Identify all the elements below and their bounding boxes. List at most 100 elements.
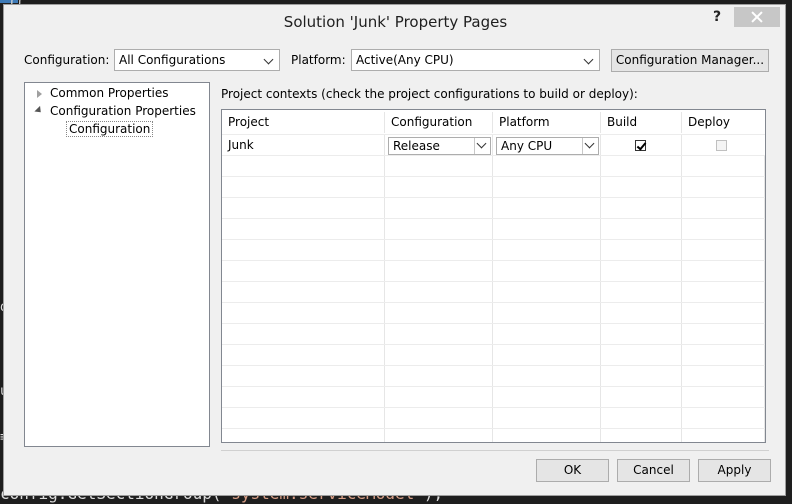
empty-cell	[385, 366, 493, 387]
empty-table-row	[222, 365, 765, 387]
empty-table-row	[222, 302, 765, 324]
cell-deploy	[682, 135, 765, 156]
dialog-titlebar[interactable]: Solution 'Junk' Property Pages ?	[4, 5, 785, 39]
empty-cell	[222, 219, 385, 240]
empty-cell	[493, 219, 601, 240]
empty-cell	[682, 282, 765, 303]
row-configuration-value: Release	[393, 139, 440, 153]
empty-cell	[601, 324, 682, 345]
empty-cell	[385, 303, 493, 324]
empty-table-row	[222, 260, 765, 282]
ok-button[interactable]: OK	[536, 459, 609, 482]
row-platform-dropdown[interactable]: Any CPU	[496, 137, 599, 155]
cancel-button[interactable]: Cancel	[617, 459, 690, 482]
configuration-label: Configuration:	[24, 53, 110, 67]
empty-cell	[682, 219, 765, 240]
empty-cell	[601, 198, 682, 219]
empty-cell	[601, 282, 682, 303]
empty-cell	[493, 324, 601, 345]
empty-cell	[601, 408, 682, 429]
property-pages-dialog: Solution 'Junk' Property Pages ? Configu…	[3, 4, 786, 496]
empty-cell	[493, 261, 601, 282]
empty-cell	[493, 387, 601, 408]
tree-item-configuration-properties[interactable]: Configuration Properties	[50, 104, 196, 118]
property-tree: Common Properties Configuration Properti…	[24, 82, 210, 447]
grid-header-row: Project Configuration Platform Build Dep…	[222, 112, 765, 133]
configuration-manager-button[interactable]: Configuration Manager...	[611, 49, 769, 72]
dialog-title: Solution 'Junk' Property Pages	[283, 13, 508, 31]
empty-cell	[493, 177, 601, 198]
empty-cell	[385, 387, 493, 408]
empty-cell	[493, 345, 601, 366]
empty-cell	[682, 387, 765, 408]
row-configuration-dropdown[interactable]: Release	[388, 137, 491, 155]
cell-build	[601, 135, 682, 156]
cell-configuration: Release	[385, 135, 493, 156]
empty-cell	[601, 240, 682, 261]
empty-cell	[385, 345, 493, 366]
empty-cell	[385, 156, 493, 177]
build-checkbox[interactable]	[635, 140, 646, 151]
empty-cell	[682, 198, 765, 219]
empty-cell	[222, 366, 385, 387]
empty-cell	[601, 366, 682, 387]
configuration-dropdown[interactable]: All Configurations	[114, 49, 280, 71]
empty-cell	[385, 177, 493, 198]
empty-cell	[682, 177, 765, 198]
collapse-arrow-icon[interactable]	[34, 105, 44, 116]
empty-cell	[601, 156, 682, 177]
empty-cell	[493, 429, 601, 442]
empty-cell	[222, 429, 385, 442]
empty-cell	[682, 324, 765, 345]
platform-dropdown-value: Active(Any CPU)	[356, 53, 454, 67]
empty-cell	[222, 324, 385, 345]
chevron-down-icon	[583, 52, 595, 68]
empty-cell	[601, 219, 682, 240]
empty-table-row	[222, 176, 765, 198]
empty-cell	[385, 324, 493, 345]
empty-table-row	[222, 323, 765, 345]
column-header-project: Project	[222, 112, 385, 133]
tree-item-common-properties[interactable]: Common Properties	[50, 86, 169, 100]
close-icon[interactable]	[734, 7, 780, 27]
empty-table-row	[222, 197, 765, 219]
empty-table-row	[222, 239, 765, 261]
grid-caption: Project contexts (check the project conf…	[221, 87, 638, 101]
empty-cell	[385, 282, 493, 303]
help-button[interactable]: ?	[713, 9, 721, 25]
empty-cell	[222, 261, 385, 282]
empty-cell	[493, 282, 601, 303]
empty-cell	[493, 198, 601, 219]
empty-cell	[601, 303, 682, 324]
empty-cell	[682, 156, 765, 177]
expand-arrow-icon[interactable]	[37, 90, 42, 98]
table-row: Junk Release Any CPU	[222, 134, 765, 156]
empty-cell	[222, 387, 385, 408]
column-header-deploy: Deploy	[688, 115, 731, 129]
chevron-down-icon	[474, 138, 490, 154]
platform-label: Platform:	[291, 53, 346, 67]
empty-cell	[682, 345, 765, 366]
divider	[221, 450, 769, 451]
empty-table-row	[222, 407, 765, 429]
chevron-down-icon	[582, 138, 598, 154]
apply-button[interactable]: Apply	[698, 459, 771, 482]
empty-cell	[601, 261, 682, 282]
project-contexts-grid: Project Configuration Platform Build Dep…	[221, 109, 766, 443]
empty-cell	[493, 156, 601, 177]
empty-cell	[601, 387, 682, 408]
empty-cell	[222, 303, 385, 324]
column-header-build: Build	[601, 112, 682, 133]
empty-cell	[385, 219, 493, 240]
empty-cell	[682, 303, 765, 324]
cell-platform: Any CPU	[493, 135, 601, 156]
empty-cell	[222, 282, 385, 303]
empty-table-row	[222, 281, 765, 303]
tree-item-configuration[interactable]: Configuration	[66, 121, 154, 137]
platform-dropdown[interactable]: Active(Any CPU)	[351, 49, 600, 71]
row-platform-value: Any CPU	[501, 139, 553, 153]
empty-cell	[682, 240, 765, 261]
chevron-down-icon	[263, 52, 275, 68]
empty-table-row	[222, 218, 765, 240]
empty-cell	[682, 408, 765, 429]
